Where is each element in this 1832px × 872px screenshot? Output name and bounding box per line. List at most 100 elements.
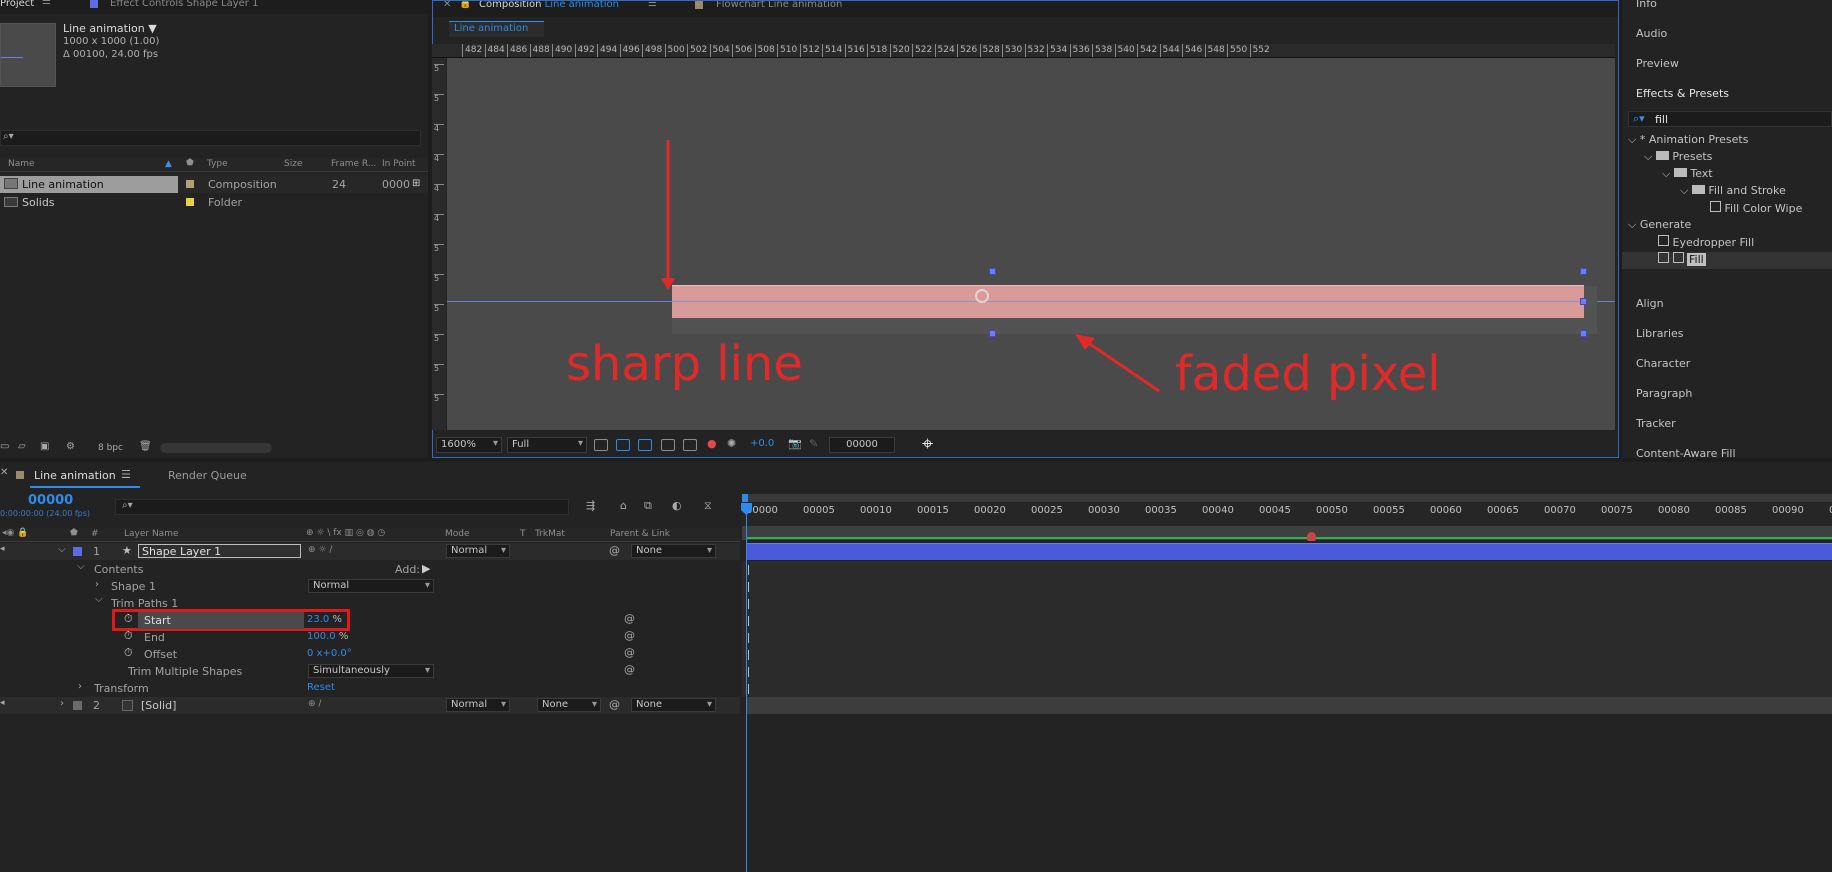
channel-icon[interactable]: ●	[707, 437, 717, 450]
end-value[interactable]: 100.0 %	[307, 631, 348, 642]
layer-switches[interactable]: ⊕ /	[308, 699, 321, 709]
layer-parent-dropdown[interactable]: None	[631, 698, 716, 712]
transform-reset[interactable]: Reset	[307, 682, 335, 693]
effects-search-input[interactable]: ⌕▾ fill	[1628, 111, 1832, 127]
stopwatch-icon[interactable]: ⏱	[124, 612, 133, 626]
col-layer-name[interactable]: Layer Name	[124, 529, 179, 539]
project-item-solids[interactable]: Solids Folder	[0, 194, 428, 211]
pickwhip-icon[interactable]: @	[609, 544, 620, 557]
layer-switches[interactable]: ⊕ ☼ /	[308, 545, 332, 555]
chevron-right-icon[interactable]: ›	[95, 579, 99, 590]
tab-menu-icon[interactable]: ☰	[121, 468, 131, 481]
col-mode[interactable]: Mode	[445, 529, 470, 539]
tree-item-presets[interactable]: ⌵ Presets	[1644, 150, 1712, 167]
trash-icon[interactable]: 🗑	[139, 441, 152, 452]
lock-icon[interactable]: 🔒	[459, 1, 471, 9]
color-management-icon[interactable]: ✺	[727, 437, 736, 450]
marker-icon[interactable]	[1307, 532, 1316, 541]
col-frame-rate[interactable]: Frame R...	[331, 159, 376, 169]
label-color-swatch[interactable]	[186, 180, 194, 188]
tree-item-text[interactable]: ⌵ Text	[1662, 167, 1713, 184]
timeline-navigator[interactable]	[742, 494, 1832, 502]
expression-pickwhip-icon[interactable]: @	[624, 629, 635, 642]
snapshot-icon[interactable]: 📷	[788, 437, 802, 450]
offset-value[interactable]: 0 x+0.0°	[307, 648, 352, 659]
layer-parent-dropdown[interactable]: None	[631, 544, 716, 558]
shape1-blend-dropdown[interactable]: Normal	[308, 579, 434, 593]
tree-item-fill[interactable]: Fill	[1622, 252, 1832, 269]
layer-row-1[interactable]: ◂ ⌵ 1 ★ Shape Layer 1 ⊕ ☼ / Normal @ Non…	[0, 543, 740, 560]
panel-effects-presets[interactable]: Effects & Presets	[1636, 87, 1729, 100]
property-trim-paths[interactable]: ⌵ Trim Paths 1	[0, 594, 740, 612]
property-start[interactable]: ⏱ Start 23.0 % @	[0, 609, 740, 631]
close-icon[interactable]: ✕	[443, 1, 451, 10]
label-color-swatch[interactable]	[186, 198, 194, 206]
show-snapshot-icon[interactable]: ✎	[809, 437, 818, 450]
timeline-search-input[interactable]: ⌕▾	[115, 499, 569, 515]
layer-1-duration-bar[interactable]	[746, 543, 1832, 560]
exposure-value[interactable]: +0.0	[750, 438, 774, 449]
resolution-dropdown[interactable]: Full	[507, 437, 587, 453]
visibility-icon[interactable]: ◂	[0, 698, 5, 708]
tree-item-fill-color-wipe[interactable]: Fill Color Wipe	[1710, 201, 1802, 218]
panel-tracker[interactable]: Tracker	[1636, 417, 1676, 430]
property-end[interactable]: ⏱ End 100.0 % @	[0, 629, 740, 646]
panel-align[interactable]: Align	[1636, 297, 1664, 310]
tree-item-eyedropper-fill[interactable]: Eyedropper Fill	[1658, 235, 1754, 252]
panel-audio[interactable]: Audio	[1636, 27, 1667, 40]
property-trim-multiple[interactable]: Trim Multiple Shapes Simultaneously @	[0, 663, 740, 680]
comp-mini-flowchart-icon[interactable]: ⇶	[586, 499, 595, 512]
property-shape-1[interactable]: › Shape 1 Normal	[0, 578, 740, 595]
col-in-point[interactable]: In Point	[382, 159, 416, 169]
panel-info[interactable]: Info	[1636, 0, 1657, 10]
expression-pickwhip-icon[interactable]: @	[624, 646, 635, 659]
add-button-icon[interactable]: ▶	[422, 562, 430, 575]
tab-menu-icon[interactable]: ☰	[648, 1, 657, 9]
trim-multiple-dropdown[interactable]: Simultaneously	[308, 664, 434, 678]
interpret-footage-icon[interactable]: ▭	[0, 441, 9, 452]
mask-visibility-icon[interactable]	[638, 439, 652, 451]
panel-character[interactable]: Character	[1636, 357, 1690, 370]
bpc-toggle[interactable]: 8 bpc	[98, 443, 123, 453]
expression-pickwhip-icon[interactable]: @	[624, 612, 635, 625]
time-ruler[interactable]: 00000 00005 00010 00015 00020 00025 00030 00035…	[742, 503, 1832, 526]
tree-item-fill-and-stroke[interactable]: ⌵ Fill and Stroke	[1680, 184, 1786, 201]
comp-timecode[interactable]: 00000	[829, 437, 895, 453]
project-search-input[interactable]: ⌕▾	[0, 130, 421, 146]
chevron-right-icon[interactable]: ›	[60, 698, 64, 709]
layer-name-field[interactable]: Shape Layer 1	[138, 544, 301, 558]
fast-previews-icon[interactable]	[594, 439, 608, 451]
panel-libraries[interactable]: Libraries	[1636, 327, 1684, 340]
chevron-down-icon[interactable]: ▼	[148, 22, 156, 35]
col-t[interactable]: T	[520, 529, 526, 539]
new-folder-icon[interactable]: ▱	[18, 441, 26, 452]
panel-preview[interactable]: Preview	[1636, 57, 1679, 70]
timeline-timecode[interactable]: 00000	[28, 493, 73, 508]
shy-layers-icon[interactable]: ⧉	[644, 499, 652, 513]
twirl-chevron-down-icon[interactable]: ⌵	[58, 544, 66, 555]
frame-blending-icon[interactable]: ◐	[672, 499, 682, 512]
start-value[interactable]: 23.0 %	[307, 614, 342, 625]
project-scrollbar[interactable]	[160, 443, 272, 453]
property-offset[interactable]: ⏱ Offset 0 x+0.0° @	[0, 646, 740, 663]
navigator-start[interactable]	[742, 494, 748, 502]
tree-item-animation-presets[interactable]: ⌵ * Animation Presets	[1628, 133, 1748, 150]
motion-blur-icon[interactable]: ⧖	[704, 499, 712, 513]
pickwhip-icon[interactable]: @	[609, 698, 620, 711]
work-area-bar[interactable]	[742, 526, 1832, 541]
stopwatch-icon[interactable]: ⏱	[124, 646, 133, 660]
panel-content-aware-fill[interactable]: Content-Aware Fill	[1636, 447, 1736, 458]
panel-paragraph[interactable]: Paragraph	[1636, 387, 1692, 400]
draft-3d-icon[interactable]: ⌂	[620, 499, 627, 512]
tab-timeline[interactable]: Line animation	[34, 469, 116, 482]
grid-guides-icon[interactable]	[683, 439, 697, 451]
layer-color-swatch[interactable]	[73, 547, 82, 556]
col-parent[interactable]: Parent & Link	[610, 529, 670, 539]
col-size[interactable]: Size	[284, 159, 302, 169]
expression-pickwhip-icon[interactable]: @	[624, 663, 635, 676]
tab-effect-controls[interactable]: Effect Controls Shape Layer 1	[110, 0, 258, 9]
zoom-dropdown[interactable]: 1600%	[436, 437, 502, 453]
tree-item-generate[interactable]: ⌵ Generate	[1628, 218, 1691, 235]
property-transform[interactable]: › Transform Reset	[0, 680, 740, 697]
region-of-interest-icon[interactable]	[661, 439, 675, 451]
